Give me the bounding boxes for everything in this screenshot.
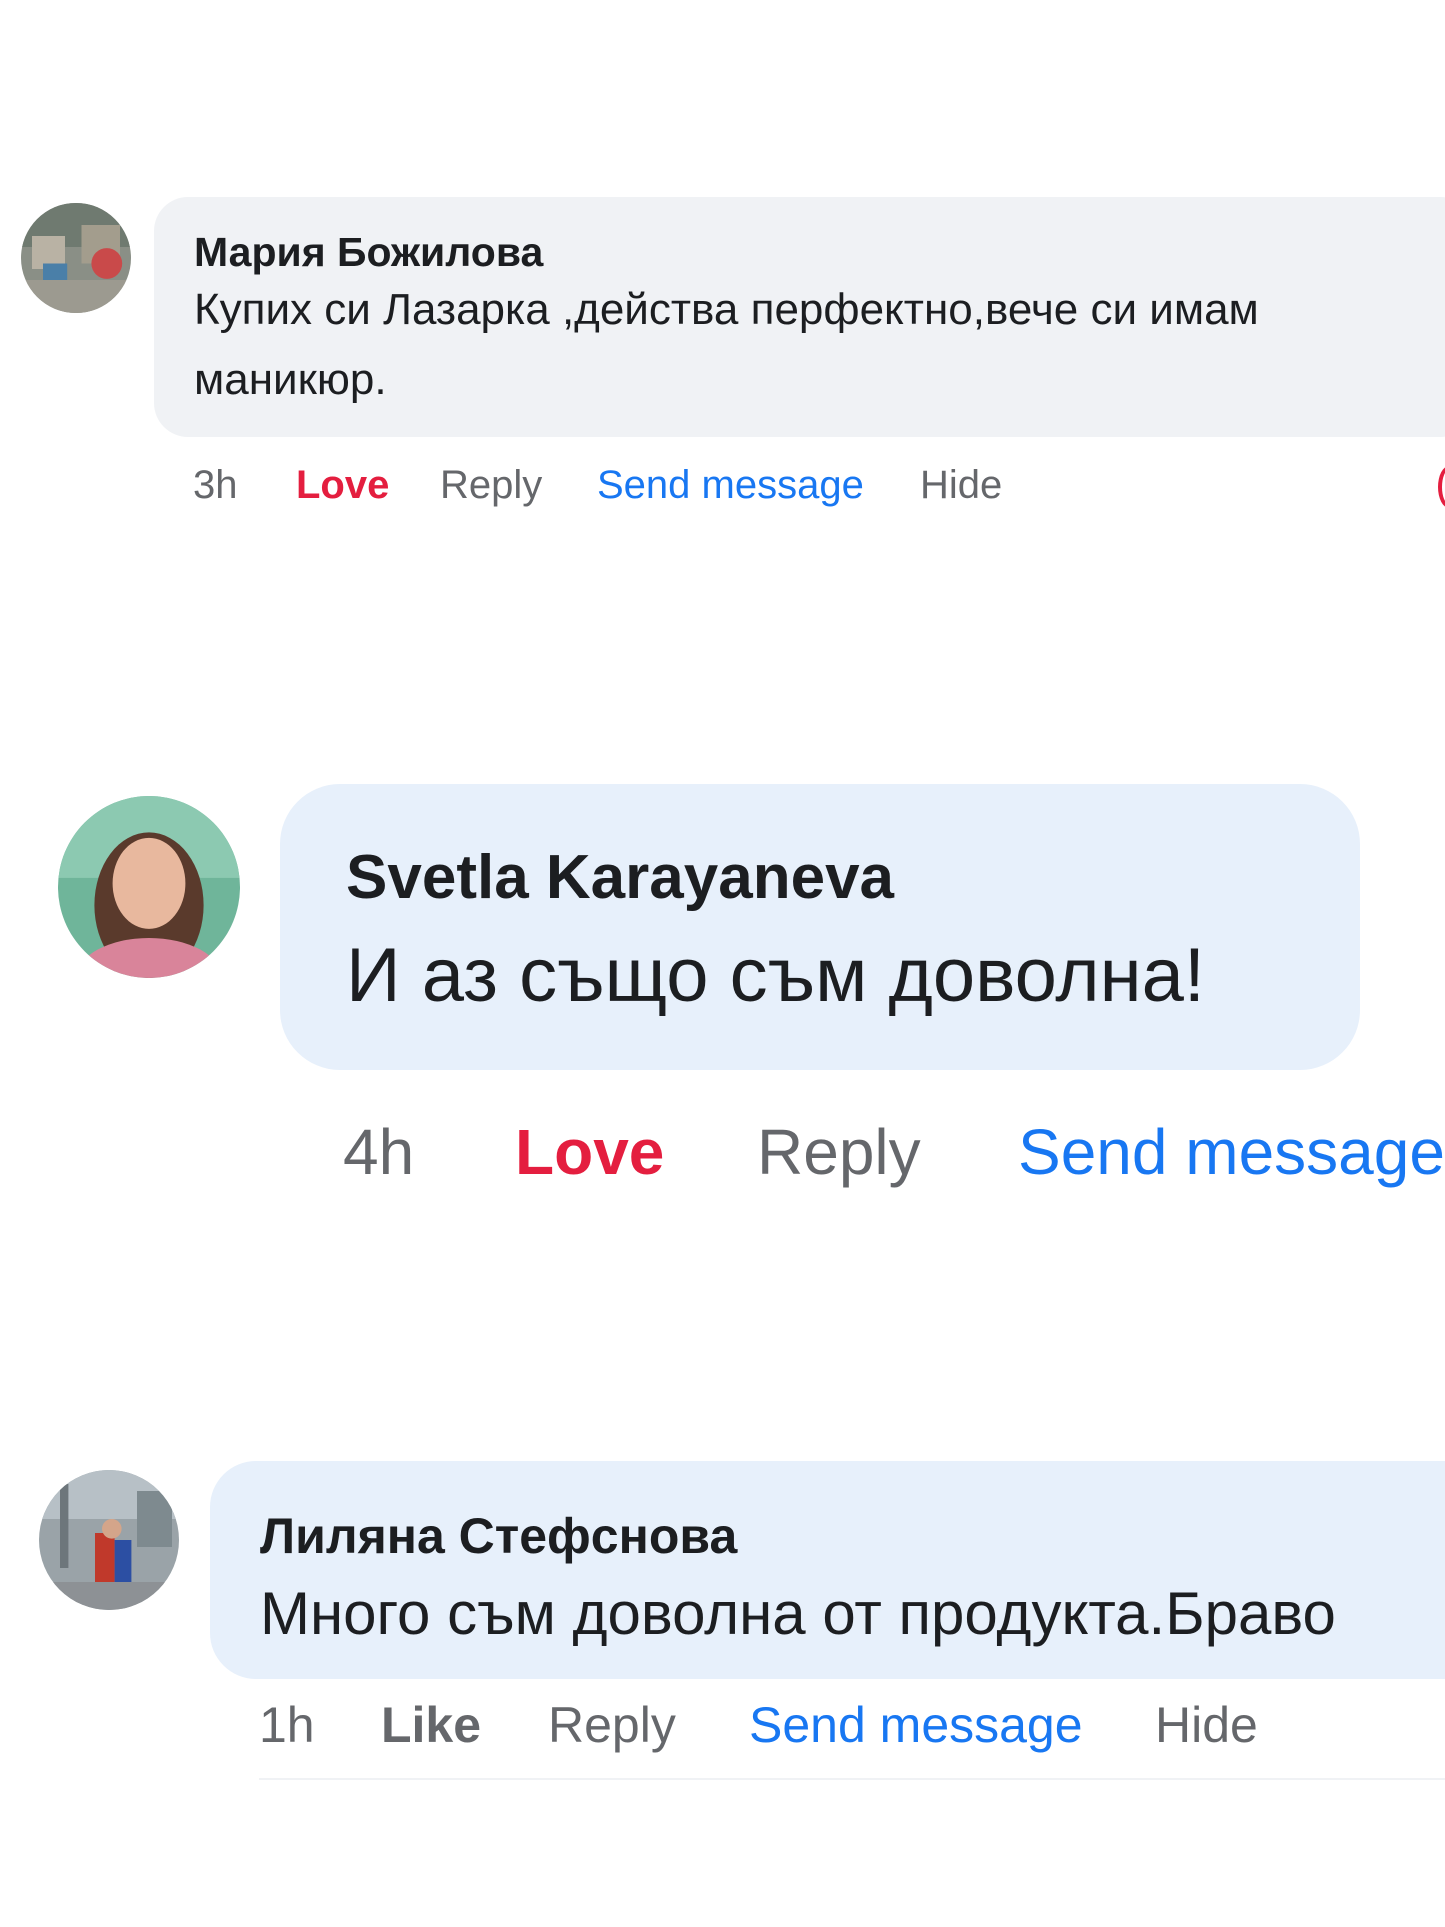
- avatar[interactable]: [39, 1470, 179, 1610]
- love-reaction-icon: [1438, 466, 1445, 508]
- comment-author[interactable]: Мария Божилова: [194, 229, 543, 276]
- comment-time[interactable]: 1h: [259, 1696, 315, 1754]
- divider: [259, 1778, 1445, 1780]
- comment-bubble: Лиляна Стефснова Много съм доволна от пр…: [210, 1461, 1445, 1679]
- reply-button[interactable]: Reply: [757, 1115, 921, 1189]
- like-button[interactable]: Like: [381, 1696, 481, 1754]
- comment-author[interactable]: Svetla Karayaneva: [346, 842, 894, 913]
- send-message-button[interactable]: Send message: [749, 1696, 1083, 1754]
- comment-time[interactable]: 3h: [193, 463, 238, 508]
- avatar-photo-icon: [58, 796, 240, 978]
- comment-text: И аз също съм доволна!: [346, 933, 1205, 1018]
- comment-text: Купих си Лазарка ,действа перфектно,вече…: [194, 285, 1259, 334]
- comment-time[interactable]: 4h: [343, 1115, 414, 1189]
- hide-button[interactable]: Hide: [1155, 1696, 1258, 1754]
- reply-button[interactable]: Reply: [548, 1696, 676, 1754]
- comment-bubble: Мария Божилова Купих си Лазарка ,действа…: [154, 197, 1445, 437]
- love-button[interactable]: Love: [515, 1115, 664, 1189]
- hide-button[interactable]: Hide: [920, 463, 1002, 508]
- avatar-photo-icon: [39, 1470, 179, 1610]
- send-message-button[interactable]: Send message: [1018, 1115, 1445, 1189]
- send-message-button[interactable]: Send message: [597, 463, 864, 508]
- avatar[interactable]: [21, 203, 131, 313]
- avatar-photo-icon: [21, 203, 131, 313]
- love-button[interactable]: Love: [296, 463, 389, 508]
- reply-button[interactable]: Reply: [440, 463, 542, 508]
- avatar[interactable]: [58, 796, 240, 978]
- comment-text: Много съм доволна от продукта.Браво: [260, 1580, 1336, 1647]
- comment-text: маникюр.: [194, 355, 387, 404]
- comment-bubble: Svetla Karayaneva И аз също съм доволна!: [280, 784, 1360, 1070]
- comment-author[interactable]: Лиляна Стефснова: [260, 1507, 737, 1565]
